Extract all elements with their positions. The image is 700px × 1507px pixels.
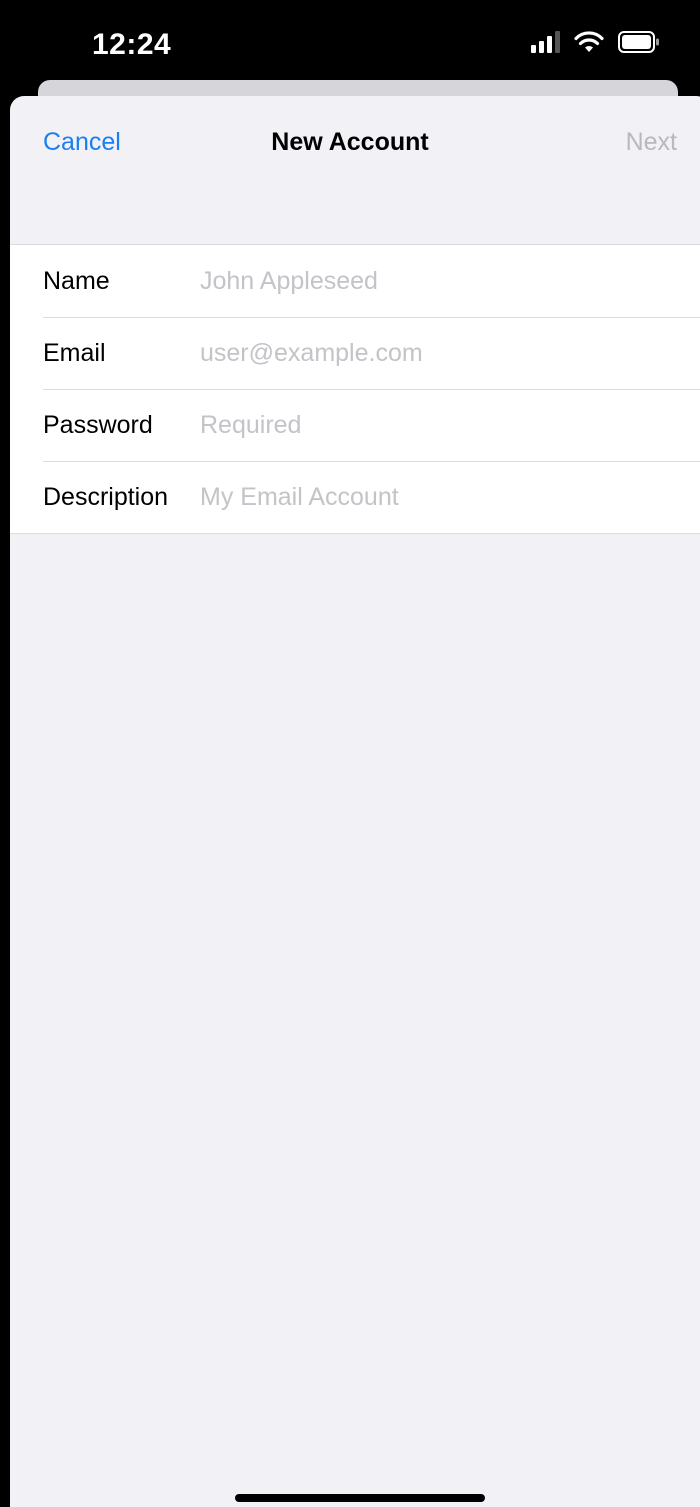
form-row-email: Email — [10, 317, 700, 389]
next-button[interactable]: Next — [626, 128, 677, 157]
battery-icon — [618, 31, 659, 53]
navigation-bar: Cancel New Account Next — [10, 96, 700, 192]
description-label: Description — [43, 482, 169, 511]
account-form: Name Email Password Description — [10, 244, 700, 534]
name-field[interactable] — [200, 266, 690, 296]
new-account-sheet: Cancel New Account Next Name Email Passw… — [10, 96, 700, 1507]
home-indicator[interactable] — [235, 1494, 485, 1502]
description-field[interactable] — [200, 482, 690, 512]
status-time: 12:24 — [92, 28, 172, 61]
wifi-icon — [574, 31, 604, 52]
status-icons — [531, 30, 660, 54]
form-row-name: Name — [10, 245, 700, 317]
page-title: New Account — [271, 128, 429, 156]
status-bar: 12:24 — [0, 0, 700, 90]
form-row-password: Password — [10, 389, 700, 461]
email-field[interactable] — [200, 338, 690, 368]
password-label: Password — [43, 410, 153, 439]
cellular-signal-icon — [531, 31, 560, 53]
email-label: Email — [43, 338, 106, 367]
password-field[interactable] — [200, 410, 690, 440]
name-label: Name — [43, 266, 110, 295]
phone-screen: 12:24 Cancel New Account Next Name John … — [0, 0, 700, 1507]
form-row-description: Description — [10, 461, 700, 533]
